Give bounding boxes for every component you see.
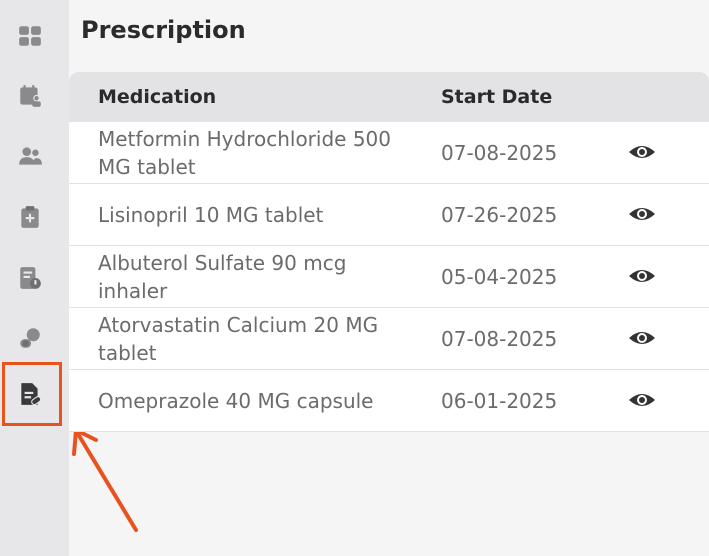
prescription-highlight-box [2, 362, 62, 426]
view-eye-icon[interactable] [627, 388, 657, 412]
table-row: Lisinopril 10 MG tablet 07-26-2025 [69, 184, 709, 246]
view-eye-icon[interactable] [627, 264, 657, 288]
clipboard-plus-icon[interactable] [14, 201, 46, 233]
view-eye-icon[interactable] [627, 202, 657, 226]
medication-cell: Omeprazole 40 MG capsule [98, 388, 374, 413]
start-date-cell: 06-01-2025 [441, 388, 558, 413]
medication-cell: Albuterol Sulfate 90 mcg inhaler [98, 250, 347, 303]
page-title: Prescription [81, 16, 246, 44]
start-date-cell: 07-08-2025 [441, 326, 558, 351]
start-date-cell: 07-08-2025 [441, 140, 558, 165]
users-icon[interactable] [14, 140, 46, 172]
calendar-user-icon[interactable] [14, 80, 46, 112]
medication-cell: Atorvastatin Calcium 20 MG tablet [98, 312, 379, 365]
arrow-pointer-icon [72, 428, 138, 532]
lab-report-icon[interactable] [14, 262, 46, 294]
view-eye-icon[interactable] [627, 140, 657, 164]
header-medication: Medication [98, 86, 217, 108]
start-date-cell: 07-26-2025 [441, 202, 558, 227]
view-eye-icon[interactable] [627, 326, 657, 350]
prescription-table: Medication Start Date Metformin Hydrochl… [69, 72, 709, 432]
table-row: Atorvastatin Calcium 20 MG tablet 07-08-… [69, 308, 709, 370]
medication-cell: Lisinopril 10 MG tablet [98, 202, 324, 227]
pills-icon[interactable] [14, 322, 46, 354]
dashboard-icon[interactable] [14, 20, 46, 52]
table-row: Albuterol Sulfate 90 mcg inhaler 05-04-2… [69, 246, 709, 308]
table-row: Omeprazole 40 MG capsule 06-01-2025 [69, 370, 709, 432]
medication-cell: Metformin Hydrochloride 500 MG tablet [98, 126, 391, 179]
start-date-cell: 05-04-2025 [441, 264, 558, 289]
sidebar [0, 0, 69, 556]
table-row: Metformin Hydrochloride 500 MG tablet 07… [69, 122, 709, 184]
header-start-date: Start Date [441, 86, 553, 108]
table-header: Medication Start Date [69, 72, 709, 122]
